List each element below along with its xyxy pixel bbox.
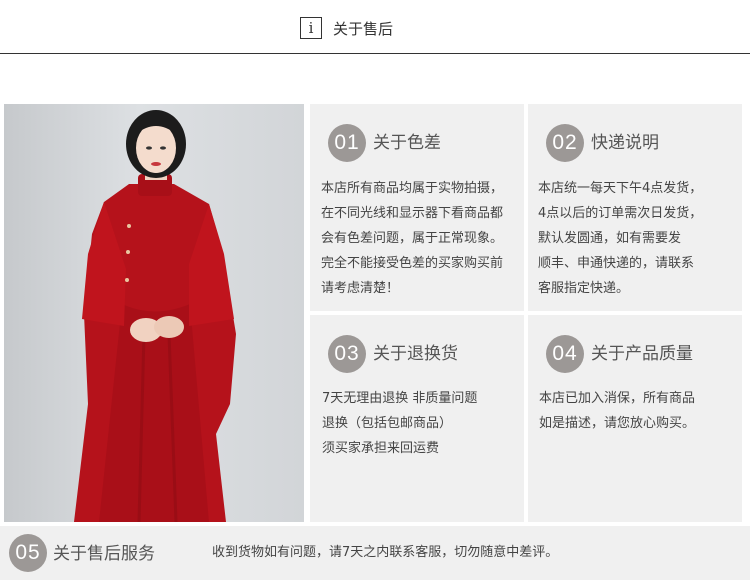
card-title: 关于色差 xyxy=(373,133,441,153)
card-body: 本店统一每天下午4点发货， 4点以后的订单需次日发货， 默认发圆通，如有需要发 … xyxy=(538,181,703,296)
card-title: 快递说明 xyxy=(591,133,659,153)
service-title: 关于售后服务 xyxy=(53,544,155,564)
after-sales-service-bar: 05 关于售后服务 收到货物如有问题，请7天之内联系客服，切勿随意中差评。 xyxy=(0,526,750,580)
number-badge-icon: 03 xyxy=(328,335,366,373)
number-badge-icon: 02 xyxy=(546,124,584,162)
number-badge-icon: 05 xyxy=(9,534,47,572)
page-header: i 关于售后 xyxy=(0,0,750,55)
model-in-red-dress-image xyxy=(74,110,236,522)
card-body: 7天无理由退换 非质量问题 退换（包括包邮商品） 须买家承担来回运费 xyxy=(322,391,478,456)
product-quality-card: 04 关于产品质量 本店已加入消保，所有商品 如是描述，请您放心购买。 xyxy=(528,315,742,522)
returns-card: 03 关于退换货 7天无理由退换 非质量问题 退换（包括包邮商品） 须买家承担来… xyxy=(310,315,524,522)
info-icon: i xyxy=(300,17,322,39)
color-difference-card: 01 关于色差 本店所有商品均属于实物拍摄， 在不同光线和显示器下看商品都 会有… xyxy=(310,104,524,311)
shipping-info-card: 02 快递说明 本店统一每天下午4点发货， 4点以后的订单需次日发货， 默认发圆… xyxy=(528,104,742,311)
card-body: 本店所有商品均属于实物拍摄， 在不同光线和显示器下看商品都 会有色差问题，属于正… xyxy=(321,181,504,296)
card-body: 本店已加入消保，所有商品 如是描述，请您放心购买。 xyxy=(539,391,696,431)
header-divider xyxy=(0,53,750,54)
number-badge-icon: 04 xyxy=(546,335,584,373)
card-title: 关于产品质量 xyxy=(591,344,693,364)
service-text: 收到货物如有问题，请7天之内联系客服，切勿随意中差评。 xyxy=(212,545,559,560)
number-badge-icon: 01 xyxy=(328,124,366,162)
product-photo xyxy=(4,104,304,522)
page-title: 关于售后 xyxy=(333,20,394,38)
card-title: 关于退换货 xyxy=(373,344,458,364)
